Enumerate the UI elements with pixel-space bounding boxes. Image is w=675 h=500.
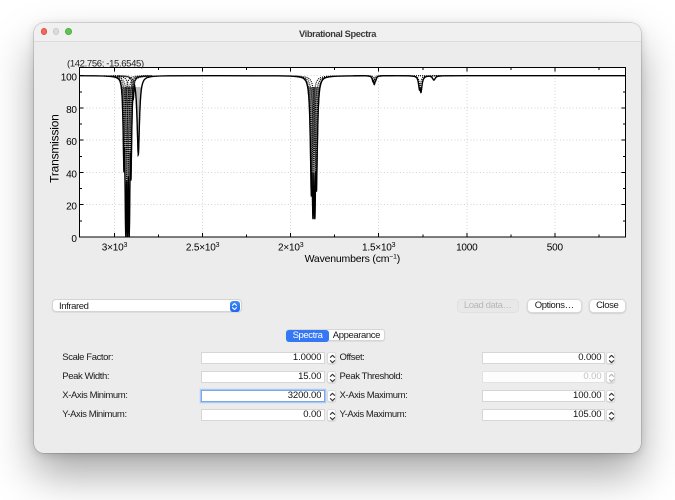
- svg-text:Wavenumbers (cm−1): Wavenumbers (cm−1): [305, 253, 400, 265]
- svg-text:3×103: 3×103: [102, 242, 128, 254]
- svg-text:Transmission: Transmission: [48, 115, 62, 184]
- svg-text:(142.756; -15.6545): (142.756; -15.6545): [67, 59, 144, 70]
- svg-text:2.5×103: 2.5×103: [186, 242, 220, 254]
- svg-text:500: 500: [547, 243, 564, 254]
- svg-text:1000: 1000: [456, 243, 478, 254]
- svg-text:1.5×103: 1.5×103: [362, 242, 396, 254]
- svg-text:40: 40: [66, 170, 77, 181]
- svg-text:80: 80: [66, 105, 77, 116]
- svg-text:60: 60: [66, 138, 77, 149]
- svg-text:20: 20: [66, 202, 77, 213]
- svg-text:2×103: 2×103: [278, 242, 304, 254]
- svg-text:100: 100: [61, 73, 78, 84]
- svg-text:0: 0: [71, 234, 77, 245]
